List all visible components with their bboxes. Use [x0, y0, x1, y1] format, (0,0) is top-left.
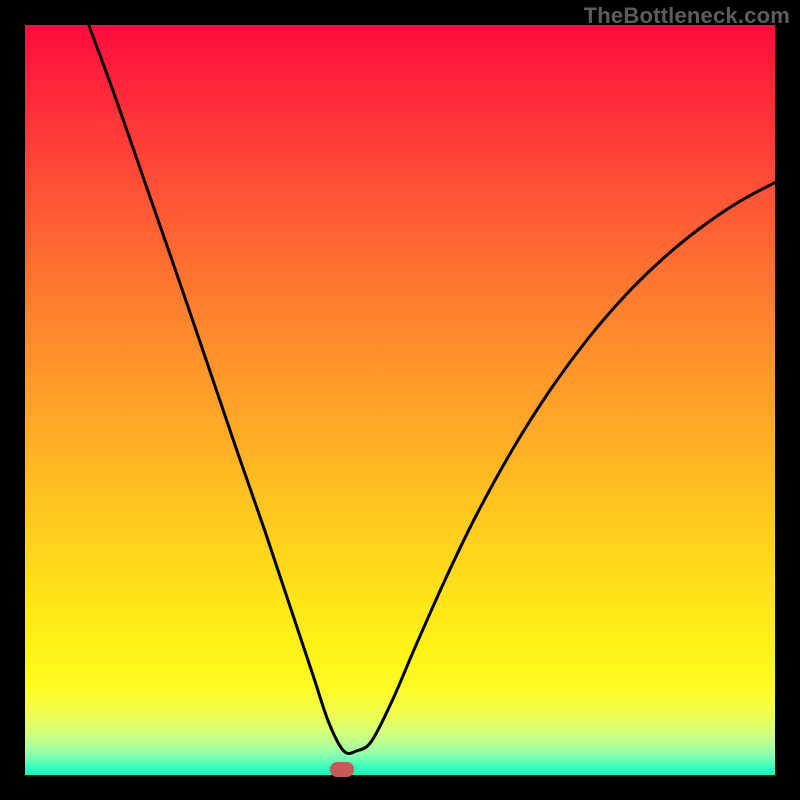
chart-marker [330, 762, 354, 777]
chart-frame: TheBottleneck.com [0, 0, 800, 800]
bottleneck-curve [25, 25, 775, 775]
watermark-text: TheBottleneck.com [584, 3, 790, 29]
chart-plot-area [25, 25, 775, 775]
